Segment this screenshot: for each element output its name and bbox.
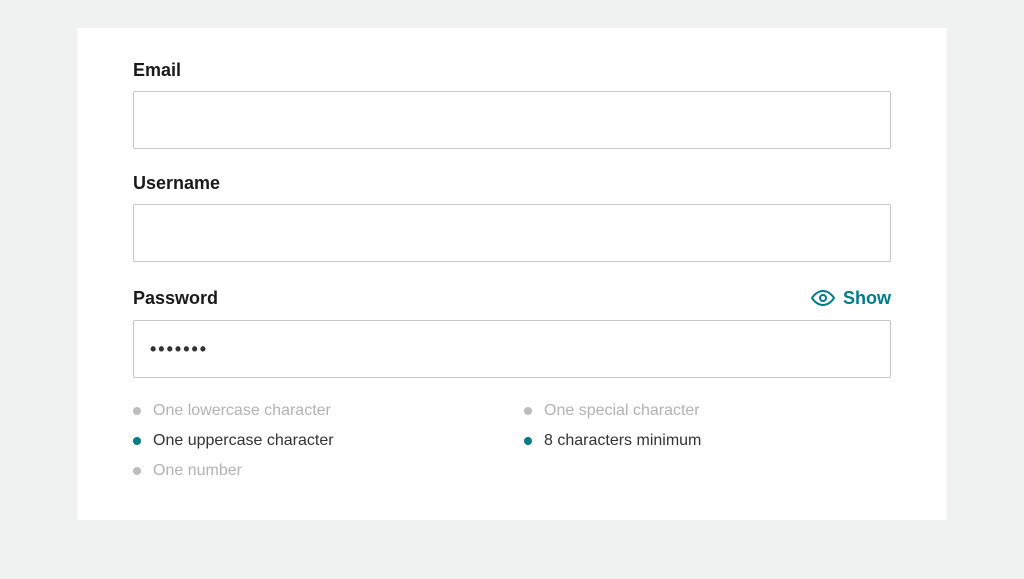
username-input[interactable] [133,204,891,262]
requirement-item: One lowercase character [133,402,500,420]
email-field-group: Email [133,60,891,149]
bullet-icon [524,407,532,415]
requirement-item: One uppercase character [133,432,500,450]
eye-icon [811,286,835,310]
show-password-label: Show [843,288,891,309]
bullet-icon [524,437,532,445]
requirement-text: One special character [544,402,700,420]
username-field-group: Username [133,173,891,262]
requirement-text: One number [153,462,242,480]
username-label: Username [133,173,220,194]
requirement-item: 8 characters minimum [524,432,891,450]
password-requirements: One lowercase character One special char… [133,402,891,480]
requirement-item: One number [133,462,500,480]
requirement-text: One lowercase character [153,402,331,420]
requirement-text: 8 characters minimum [544,432,701,450]
show-password-button[interactable]: Show [811,286,891,310]
password-input[interactable] [133,320,891,378]
bullet-icon [133,437,141,445]
bullet-icon [133,407,141,415]
signup-form: Email Username Password Show One lowerca… [77,28,947,520]
email-input[interactable] [133,91,891,149]
requirement-item: One special character [524,402,891,420]
bullet-icon [133,467,141,475]
email-label: Email [133,60,181,81]
password-field-group: Password Show [133,286,891,378]
password-label: Password [133,288,218,309]
requirement-text: One uppercase character [153,432,334,450]
